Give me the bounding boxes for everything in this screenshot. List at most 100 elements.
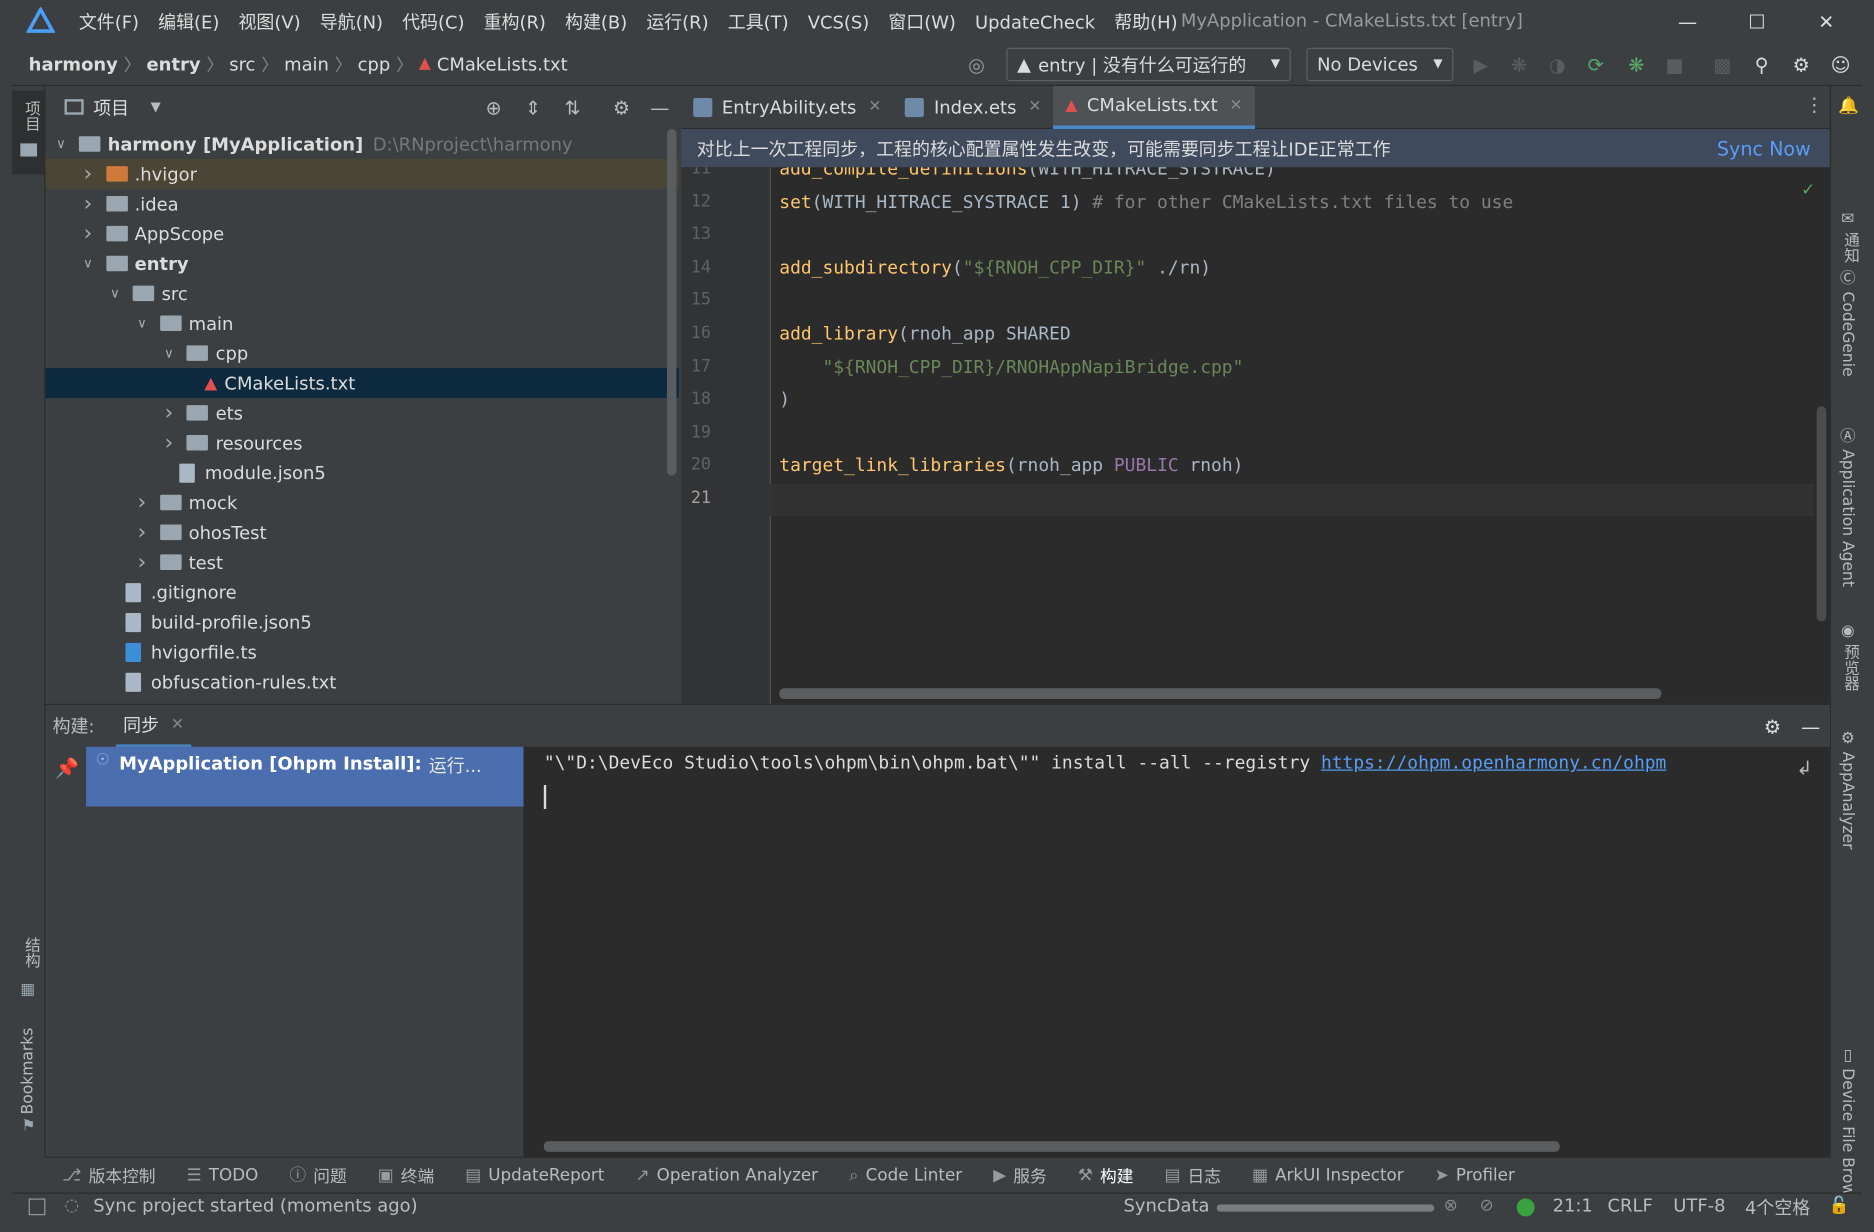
more-options-icon[interactable]: ⋮ <box>1805 95 1824 115</box>
close-icon[interactable]: ✕ <box>1028 98 1041 116</box>
tree-node[interactable]: obfuscation-rules.txt <box>45 667 678 697</box>
lock-icon[interactable]: 🔓 <box>1829 1197 1850 1214</box>
tree-node[interactable]: hvigorfile.ts <box>45 637 678 667</box>
device-manager-icon[interactable]: ▩ <box>1709 51 1735 77</box>
account-icon[interactable]: ☺ <box>1827 51 1853 77</box>
menu-item[interactable]: 运行(R) <box>646 10 708 35</box>
bottom-tool-profiler[interactable]: ➤ Profiler <box>1435 1166 1515 1185</box>
bottom-tool-report[interactable]: ▤ UpdateReport <box>465 1166 604 1185</box>
expand-all-icon[interactable]: ⇕ <box>520 94 546 120</box>
code-editor[interactable]: 11 12 13 14 15 16 17 18 19 20 21 add_compile_defin… <box>681 167 1830 704</box>
tree-node[interactable]: › ets <box>45 398 678 428</box>
hide-build-panel-icon[interactable]: — <box>1798 713 1824 739</box>
line-separator[interactable]: CRLF <box>1608 1195 1653 1217</box>
debug-icon[interactable]: ❋ <box>1506 51 1532 77</box>
menu-item[interactable]: 构建(B) <box>565 10 627 35</box>
build-settings-icon[interactable]: ⚙ <box>1759 713 1785 739</box>
vertical-scrollbar[interactable] <box>1816 406 1827 622</box>
project-tool-button[interactable]: 项目 <box>11 90 46 175</box>
coverage-icon[interactable]: ◑ <box>1544 51 1570 77</box>
minimize-button[interactable]: — <box>1654 0 1721 43</box>
tree-node[interactable]: .gitignore <box>45 577 678 607</box>
breadcrumb-item[interactable]: src <box>229 53 255 75</box>
right-tool-button[interactable]: ⚙ AppAnalyzer <box>1836 725 1860 849</box>
close-icon[interactable]: ✕ <box>1230 96 1243 114</box>
status-indicator-icon[interactable] <box>1516 1198 1535 1217</box>
menu-item[interactable]: UpdateCheck <box>975 11 1095 33</box>
settings-gear-icon[interactable]: ⚙ <box>1788 51 1814 77</box>
menu-item[interactable]: 编辑(E) <box>158 10 219 35</box>
bottom-tool-chart[interactable]: ↗ Operation Analyzer <box>635 1166 818 1185</box>
build-console[interactable]: "\"D:\DevEco Studio\tools\ohpm\bin\ohpm.… <box>523 746 1830 1157</box>
right-tool-button[interactable]: ✉ 通知 <box>1836 206 1860 262</box>
menu-item[interactable]: 导航(N) <box>320 10 383 35</box>
bottom-tool-vcs[interactable]: ⎇ 版本控制 <box>62 1163 155 1187</box>
bottom-tool-log[interactable]: ▤ 日志 <box>1165 1163 1221 1187</box>
breadcrumb-item[interactable]: main <box>284 53 329 75</box>
soft-wrap-icon[interactable]: ↲ <box>1796 758 1812 778</box>
tree-node[interactable]: › .idea <box>45 189 678 219</box>
tree-node[interactable]: › ohosTest <box>45 517 678 547</box>
horizontal-scrollbar[interactable] <box>779 688 1662 700</box>
locate-file-icon[interactable]: ⊕ <box>480 94 506 120</box>
tree-node[interactable]: › mock <box>45 488 678 518</box>
sync-icon[interactable]: ⟳ <box>1582 51 1608 77</box>
power-save-icon[interactable]: ⊘ <box>1480 1197 1494 1214</box>
run-icon[interactable]: ▶ <box>1468 51 1494 77</box>
device-dropdown[interactable]: No Devices ▼ <box>1306 47 1454 82</box>
breadcrumb-item[interactable]: cpp <box>358 53 391 75</box>
build-task-row[interactable]: ☉ MyApplication [Ohpm Install]: 运行... <box>86 746 524 807</box>
panel-settings-icon[interactable]: ⚙ <box>608 94 634 120</box>
menu-item[interactable]: 视图(V) <box>238 10 300 35</box>
tree-node[interactable]: ∨ main <box>45 308 678 338</box>
stop-icon[interactable]: ■ <box>1661 51 1687 77</box>
attach-debugger-icon[interactable]: ❋ <box>1623 51 1649 77</box>
tree-node[interactable]: ▲ CMakeLists.txt <box>45 368 679 398</box>
bottom-tool-play[interactable]: ▶ 服务 <box>993 1163 1047 1187</box>
menu-item[interactable]: 工具(T) <box>728 10 789 35</box>
sync-now-link[interactable]: Sync Now <box>1717 137 1811 160</box>
menu-item[interactable]: 窗口(W) <box>888 10 956 35</box>
tree-node[interactable]: ∨ cpp <box>45 338 678 368</box>
project-panel-title[interactable]: 项目 <box>93 96 129 121</box>
cancel-task-icon[interactable]: ⊗ <box>1444 1197 1458 1214</box>
background-task-label[interactable]: SyncData <box>1123 1195 1209 1217</box>
breadcrumb-item[interactable]: entry <box>147 53 201 75</box>
indent-setting[interactable]: 4个空格 <box>1745 1195 1810 1220</box>
tree-node[interactable]: › test <box>45 547 678 577</box>
pin-icon[interactable]: 📌 <box>55 758 79 778</box>
tab-sync[interactable]: 同步 ✕ <box>116 704 192 748</box>
editor-tab[interactable]: EntryAbility.ets ✕ <box>681 85 893 128</box>
right-tool-button[interactable]: Ⓒ CodeGenie <box>1836 265 1860 376</box>
close-window-button[interactable]: ✕ <box>1793 0 1860 43</box>
hide-panel-icon[interactable]: — <box>647 94 673 120</box>
right-tool-button[interactable]: Ⓐ Application Agent <box>1836 423 1860 587</box>
bottom-tool-terminal[interactable]: ▣ 终端 <box>378 1163 434 1187</box>
breadcrumb-item[interactable]: CMakeLists.txt <box>437 53 568 75</box>
close-icon[interactable]: ✕ <box>171 715 184 733</box>
tree-scrollbar[interactable] <box>666 129 677 476</box>
tree-node[interactable]: › resources <box>45 428 678 458</box>
tree-node[interactable]: build-profile.json5 <box>45 607 678 637</box>
bottom-tool-inspector[interactable]: ▦ ArkUI Inspector <box>1252 1166 1404 1185</box>
bookmarks-tool-button[interactable]: Bookmarks ⚑ <box>12 1023 45 1142</box>
tree-node[interactable]: › .hvigor <box>45 158 679 189</box>
menu-item[interactable]: 代码(C) <box>402 10 464 35</box>
tree-node[interactable]: ∨ src <box>45 278 678 308</box>
menu-item[interactable]: VCS(S) <box>808 11 870 33</box>
editor-tab[interactable]: ▲ CMakeLists.txt ✕ <box>1053 85 1255 129</box>
chevron-down-icon[interactable]: ▼ <box>151 100 161 113</box>
target-icon[interactable]: ◎ <box>963 51 989 77</box>
tree-root[interactable]: ∨ harmony [MyApplication] D:\RNproject\h… <box>45 129 678 159</box>
bottom-tool-info[interactable]: ⓘ 问题 <box>289 1163 346 1187</box>
bottom-tool-hammer[interactable]: ⚒ 构建 <box>1078 1163 1134 1187</box>
bottom-tool-list[interactable]: ☰ TODO <box>187 1166 259 1185</box>
structure-tool-button[interactable]: 结构 ▦ <box>12 930 45 1002</box>
menu-item[interactable]: 帮助(H) <box>1114 10 1177 35</box>
status-message[interactable]: Sync project started (moments ago) <box>93 1195 417 1217</box>
file-encoding[interactable]: UTF-8 <box>1673 1195 1725 1217</box>
console-registry-link[interactable]: https://ohpm.openharmony.cn/ohpm <box>1321 752 1666 774</box>
tree-node[interactable]: module.json5 <box>45 458 678 488</box>
menu-item[interactable]: 重构(R) <box>484 10 546 35</box>
close-icon[interactable]: ✕ <box>868 98 881 116</box>
